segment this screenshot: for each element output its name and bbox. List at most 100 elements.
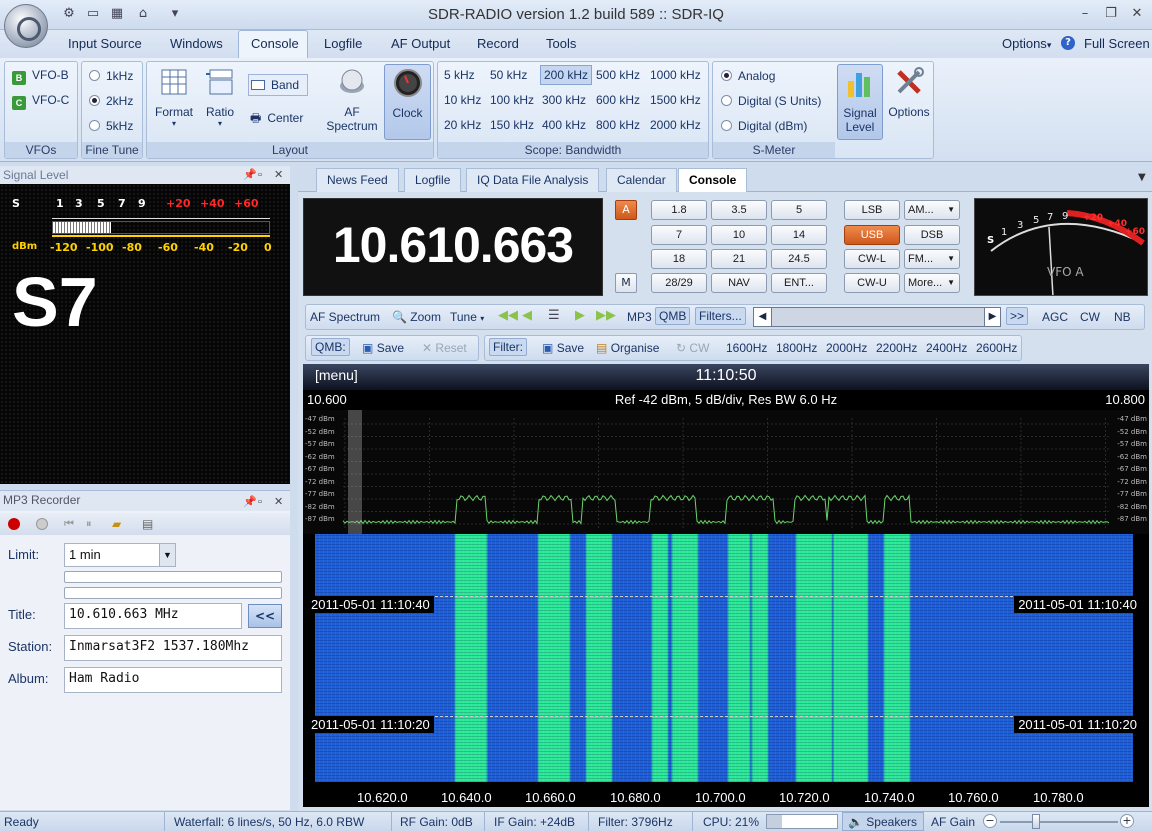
bw-1000khz[interactable]: 1000 kHz bbox=[650, 68, 701, 82]
restore-button[interactable]: ❐ bbox=[1100, 4, 1122, 24]
band-5-button[interactable]: 5 bbox=[771, 200, 827, 220]
station-field[interactable]: Inmarsat3F2 1537.180Mhz bbox=[64, 635, 282, 661]
help-icon[interactable]: ? bbox=[1061, 36, 1075, 50]
bw-500khz[interactable]: 500 kHz bbox=[596, 68, 640, 82]
zoom-tool[interactable]: 🔍 Zoom bbox=[392, 310, 441, 324]
tune-scrollbar[interactable]: ◀ ▶ bbox=[753, 307, 1001, 327]
tab-console[interactable]: Console bbox=[678, 168, 748, 193]
fine-tune-5khz[interactable]: 5kHz bbox=[89, 119, 133, 133]
qmb-tool[interactable]: QMB bbox=[655, 307, 691, 325]
rewind-icon[interactable]: ⏮ bbox=[64, 517, 74, 531]
af-gain-slider-thumb[interactable] bbox=[1032, 814, 1040, 829]
af-gain-decrease-icon[interactable]: − bbox=[983, 814, 997, 828]
band-24-5-button[interactable]: 24.5 bbox=[771, 249, 827, 269]
nav-button[interactable]: NAV bbox=[711, 273, 767, 293]
band-21-button[interactable]: 21 bbox=[711, 249, 767, 269]
menu-windows[interactable]: Windows bbox=[170, 36, 223, 51]
memory-button[interactable]: M bbox=[615, 273, 637, 293]
vfo-a-button[interactable]: A bbox=[615, 200, 637, 220]
close-icon[interactable]: ✕ bbox=[274, 166, 283, 184]
list-icon[interactable]: ☰ bbox=[548, 308, 560, 323]
close-button[interactable]: ✕ bbox=[1126, 4, 1148, 24]
band-14-button[interactable]: 14 bbox=[771, 225, 827, 245]
qmb-reset-button[interactable]: ✕ Reset bbox=[422, 341, 467, 355]
band-10-button[interactable]: 10 bbox=[711, 225, 767, 245]
menu-input-source[interactable]: Input Source bbox=[68, 36, 142, 51]
menu-console[interactable]: Console bbox=[251, 36, 299, 51]
maximize-icon[interactable]: ▫ bbox=[258, 166, 262, 184]
smeter-digital-dbm[interactable]: Digital (dBm) bbox=[721, 119, 807, 133]
mode-cw-u-button[interactable]: CW-U bbox=[844, 273, 900, 293]
tab-list-dropdown-icon[interactable]: ▼ bbox=[1138, 172, 1146, 183]
bw-200khz[interactable]: 200 kHz bbox=[540, 65, 593, 85]
fine-tune-1khz[interactable]: 1kHz bbox=[89, 69, 133, 83]
title-field[interactable]: 10.610.663 MHz bbox=[64, 603, 242, 629]
organise-button[interactable]: ▤ Organise bbox=[596, 341, 659, 355]
bw-50khz[interactable]: 50 kHz bbox=[490, 68, 527, 82]
enter-button[interactable]: ENT... bbox=[771, 273, 827, 293]
af-spectrum-button[interactable]: AF Spectrum bbox=[319, 66, 385, 133]
mode-am-button[interactable]: AM... ▼ bbox=[904, 200, 960, 220]
menu-full-screen[interactable]: Full Screen bbox=[1084, 36, 1150, 51]
filter-2400-button[interactable]: 2400Hz bbox=[926, 341, 967, 355]
bw-10khz[interactable]: 10 kHz bbox=[444, 93, 481, 107]
mode-cw-l-button[interactable]: CW-L bbox=[844, 249, 900, 269]
pin-icon[interactable]: 📌 bbox=[243, 166, 257, 184]
filter-2000-button[interactable]: 2000Hz bbox=[826, 341, 867, 355]
title-copy-button[interactable]: << bbox=[248, 604, 282, 628]
menu-logfile[interactable]: Logfile bbox=[324, 36, 362, 51]
properties-icon[interactable]: ▤ bbox=[142, 517, 153, 531]
mode-lsb-button[interactable]: LSB bbox=[844, 200, 900, 220]
filter-1600-button[interactable]: 1600Hz bbox=[726, 341, 767, 355]
step-right-icon[interactable]: ▶ bbox=[575, 308, 585, 323]
step-right-fast-icon[interactable]: ▶▶ bbox=[596, 308, 616, 323]
tab-news-feed[interactable]: News Feed bbox=[316, 168, 399, 192]
folder-icon[interactable]: ▰ bbox=[112, 517, 121, 531]
stop-icon[interactable] bbox=[36, 518, 48, 530]
bw-20khz[interactable]: 20 kHz bbox=[444, 118, 481, 132]
mode-usb-button[interactable]: USB bbox=[844, 225, 900, 245]
record-icon[interactable] bbox=[8, 518, 20, 530]
pause-icon[interactable]: ⏸ bbox=[86, 517, 92, 531]
band-button[interactable]: Band bbox=[248, 74, 308, 96]
bw-5khz[interactable]: 5 kHz bbox=[444, 68, 475, 82]
bw-2000khz[interactable]: 2000 kHz bbox=[650, 118, 701, 132]
tune-tool[interactable]: Tune ▾ bbox=[450, 310, 484, 324]
bw-300khz[interactable]: 300 kHz bbox=[542, 93, 586, 107]
nb-tool[interactable]: NB bbox=[1114, 310, 1131, 324]
tab-logfile[interactable]: Logfile bbox=[404, 168, 462, 192]
filter-2600-button[interactable]: 2600Hz bbox=[976, 341, 1017, 355]
qmb-save-button[interactable]: ▣ Save bbox=[362, 341, 404, 355]
agc-tool[interactable]: AGC bbox=[1042, 310, 1068, 324]
bw-600khz[interactable]: 600 kHz bbox=[596, 93, 640, 107]
band-3-5-button[interactable]: 3.5 bbox=[711, 200, 767, 220]
filter-1800-button[interactable]: 1800Hz bbox=[776, 341, 817, 355]
minimize-button[interactable]: – bbox=[1074, 4, 1096, 24]
center-button[interactable]: 🖶 Center bbox=[250, 109, 303, 130]
vfo-b-button[interactable]: B VFO-B bbox=[12, 68, 69, 85]
band-7-button[interactable]: 7 bbox=[651, 225, 707, 245]
mp3-tool[interactable]: MP3 bbox=[627, 310, 652, 324]
smeter-digital-s[interactable]: Digital (S Units) bbox=[721, 94, 821, 108]
mode-dsb-button[interactable]: DSB bbox=[904, 225, 960, 245]
more-tools-button[interactable]: >> bbox=[1006, 307, 1029, 325]
format-button[interactable]: Format ▾ bbox=[151, 66, 197, 128]
menu-tools[interactable]: Tools bbox=[546, 36, 576, 51]
step-left-icon[interactable]: ◀ bbox=[522, 308, 532, 323]
maximize-icon[interactable]: ▫ bbox=[258, 493, 262, 511]
band-18-button[interactable]: 18 bbox=[651, 249, 707, 269]
close-icon[interactable]: ✕ bbox=[274, 493, 283, 511]
album-field[interactable]: Ham Radio bbox=[64, 667, 282, 693]
af-gain-slider-track[interactable] bbox=[1000, 821, 1118, 823]
menu-options[interactable]: Options▾ bbox=[1002, 36, 1051, 51]
pin-icon[interactable]: 📌 bbox=[243, 493, 257, 511]
tab-iq-data-file-analysis[interactable]: IQ Data File Analysis bbox=[466, 168, 600, 192]
smeter-analog[interactable]: Analog bbox=[721, 69, 775, 83]
signal-level-button[interactable]: Signal Level bbox=[837, 64, 883, 140]
bw-800khz[interactable]: 800 kHz bbox=[596, 118, 640, 132]
application-menu-button[interactable] bbox=[4, 4, 48, 48]
mode-more-button[interactable]: More... ▼ bbox=[904, 273, 960, 293]
menu-record[interactable]: Record bbox=[477, 36, 519, 51]
vfo-c-button[interactable]: C VFO-C bbox=[12, 93, 69, 110]
clock-button[interactable]: Clock bbox=[384, 64, 431, 140]
